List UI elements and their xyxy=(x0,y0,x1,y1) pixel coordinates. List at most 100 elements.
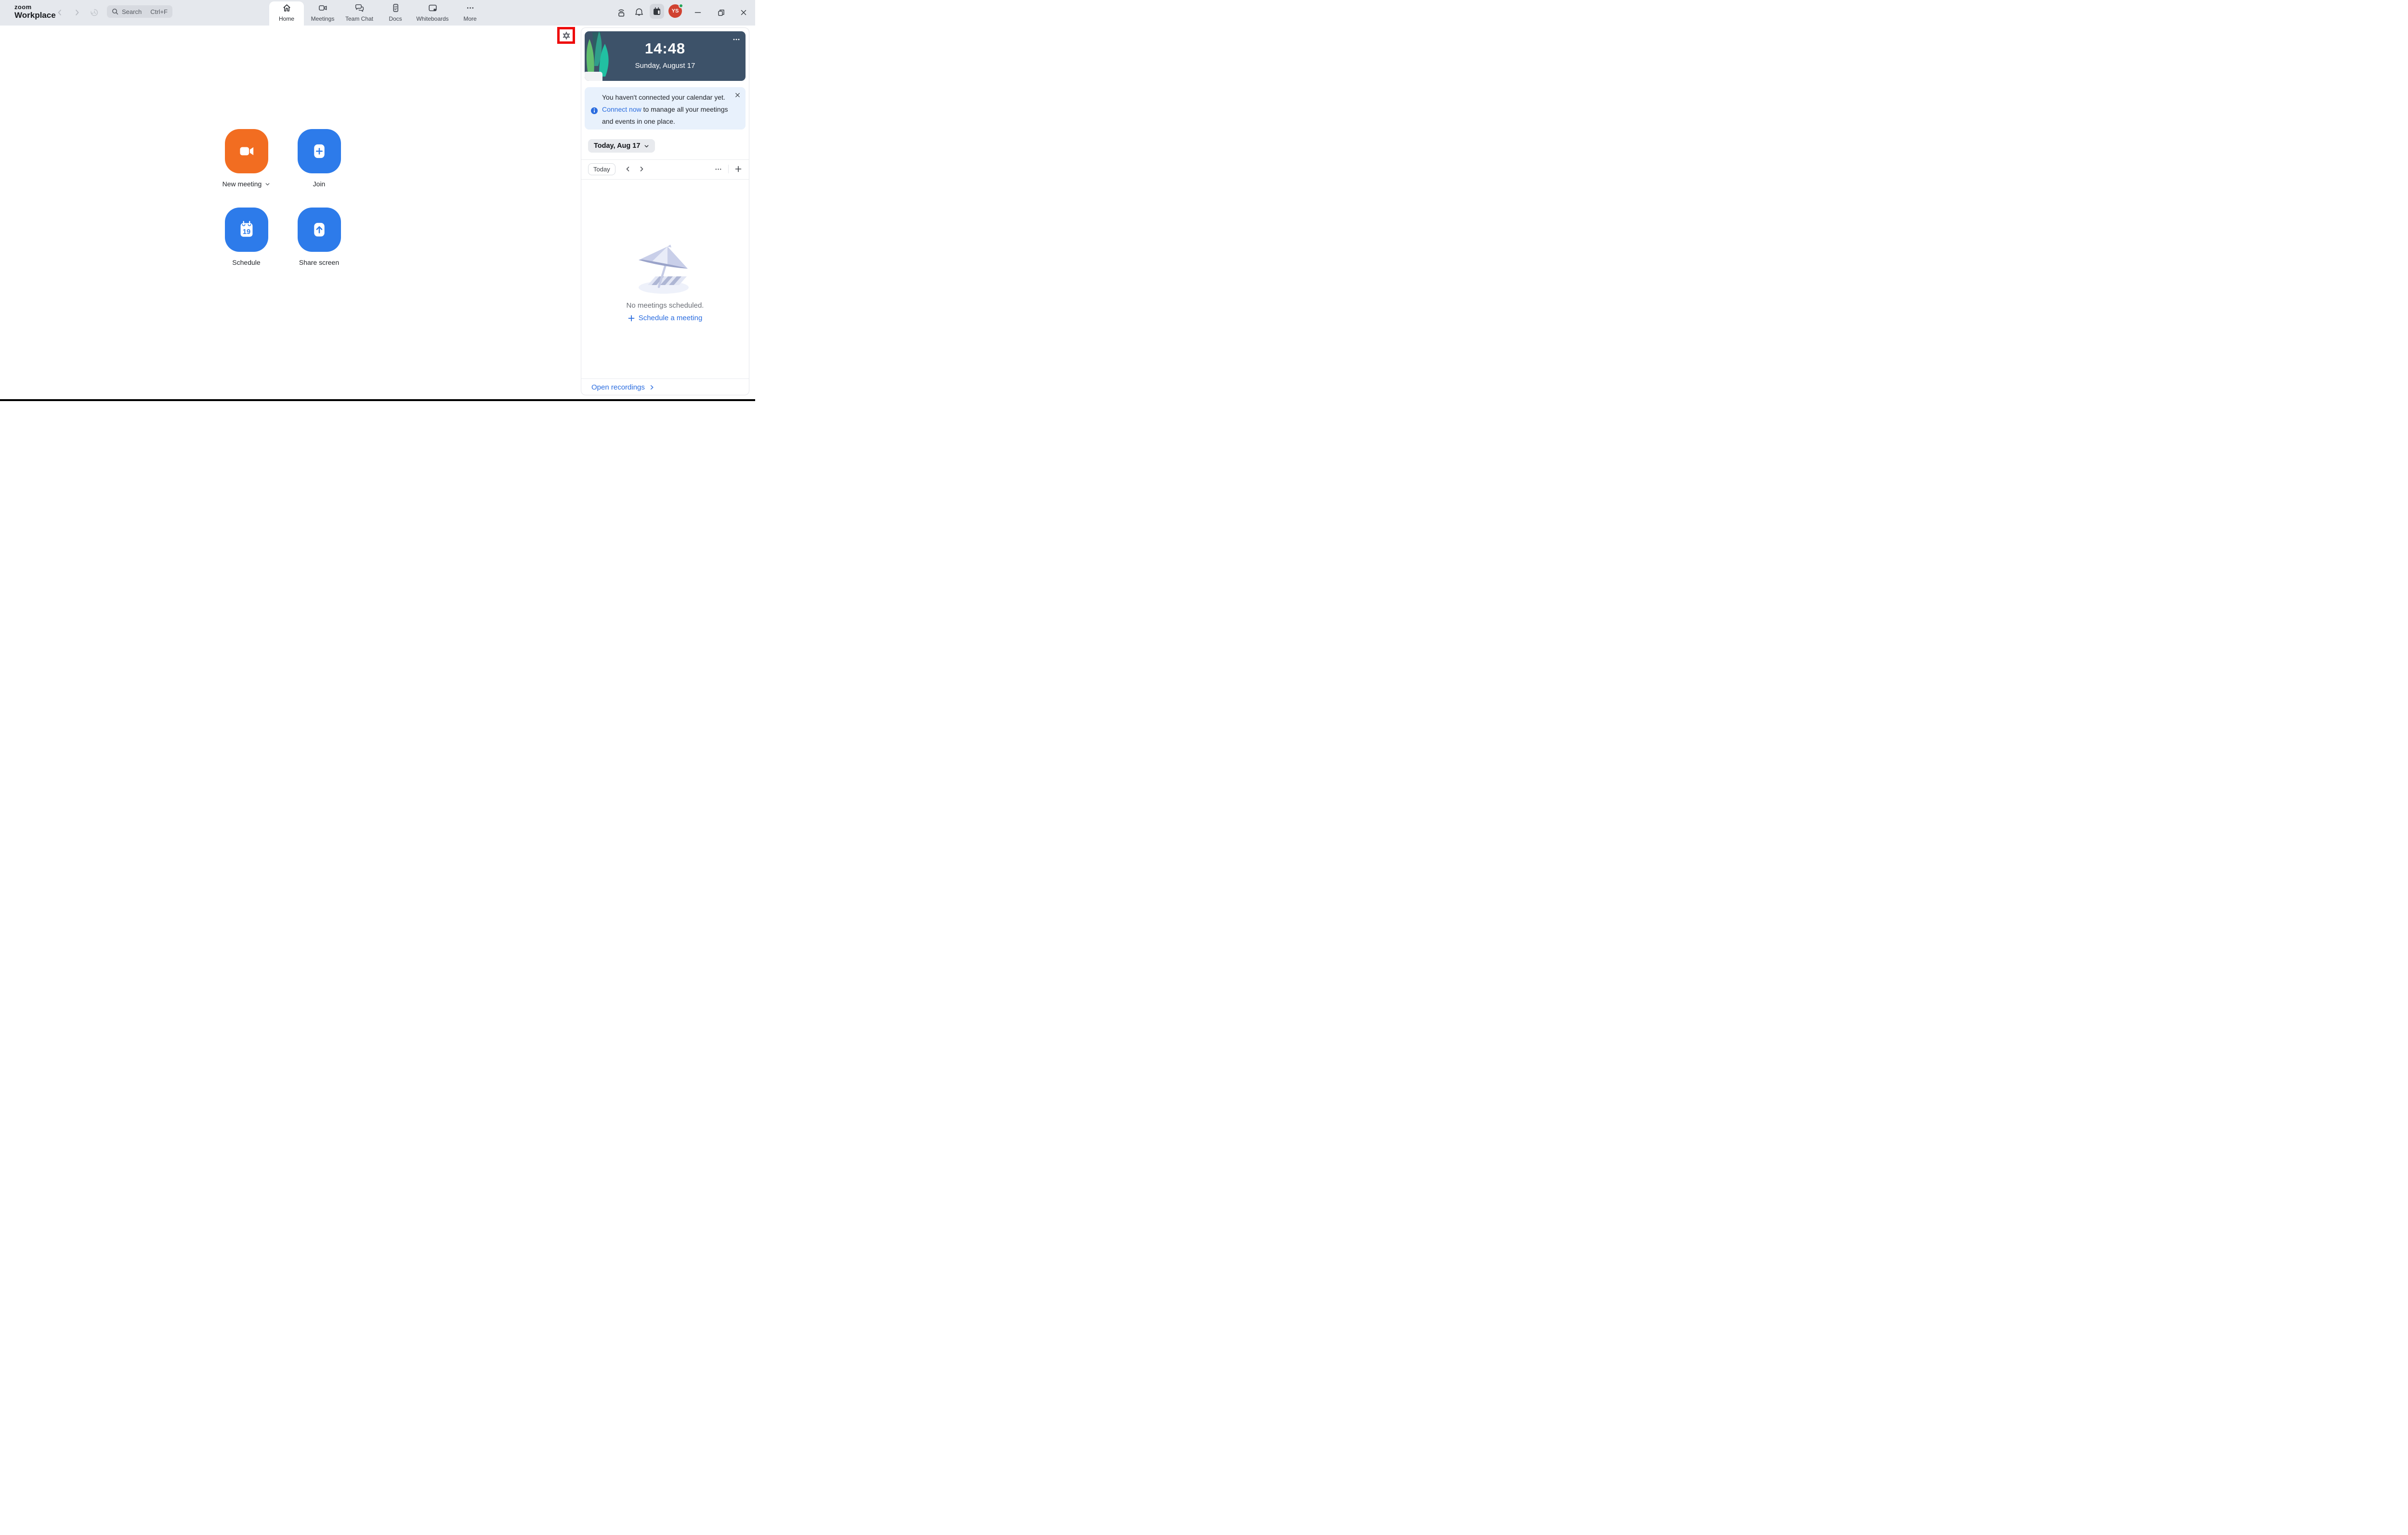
join-label: Join xyxy=(313,180,326,188)
join-button[interactable] xyxy=(297,129,341,173)
tab-whiteboards[interactable]: Whiteboards xyxy=(414,1,451,26)
calendar-connect-notice: You haven't connected your calendar yet.… xyxy=(585,87,746,130)
quick-action-join: Join xyxy=(283,129,355,188)
minimize-icon xyxy=(694,8,702,17)
calendar-icon: 19 xyxy=(234,217,259,242)
tab-home[interactable]: Home xyxy=(269,1,304,26)
quick-action-share-screen: Share screen xyxy=(283,208,355,266)
tab-label: Meetings xyxy=(311,15,335,22)
svg-text:19: 19 xyxy=(242,228,250,236)
plus-icon xyxy=(734,165,742,173)
chevron-right-icon xyxy=(649,385,654,390)
close-icon xyxy=(740,9,747,16)
settings-button[interactable] xyxy=(562,31,571,40)
add-meeting-button[interactable] xyxy=(734,165,742,173)
annotation-highlight xyxy=(557,27,575,44)
date-selector-dropdown[interactable]: Today, Aug 17 xyxy=(588,139,655,153)
tab-docs[interactable]: Docs xyxy=(382,1,408,26)
today-button[interactable]: Today xyxy=(588,163,615,175)
tab-more[interactable]: More xyxy=(458,1,483,26)
ellipsis-icon xyxy=(465,3,475,15)
divider xyxy=(581,159,749,160)
companion-device-button[interactable] xyxy=(615,6,628,19)
no-meetings-message: No meetings scheduled. xyxy=(626,301,704,310)
document-icon xyxy=(391,3,401,15)
clock-date: Sunday, August 17 xyxy=(635,62,695,70)
zoom-workplace-logo: zoom Workplace xyxy=(14,4,56,19)
search-placeholder: Search xyxy=(122,8,142,15)
tab-label: Team Chat xyxy=(345,15,374,22)
mini-calendar-toolbar: Today xyxy=(588,162,742,176)
notice-close-button[interactable] xyxy=(734,92,741,98)
tab-meetings[interactable]: Meetings xyxy=(308,1,337,26)
share-screen-label: Share screen xyxy=(299,259,340,266)
presence-dot xyxy=(679,3,683,8)
new-meeting-button[interactable] xyxy=(224,129,268,173)
schedule-button[interactable]: 19 xyxy=(224,208,268,252)
empty-schedule-state: No meetings scheduled. Schedule a meetin… xyxy=(581,241,749,322)
notice-line-1: You haven't connected your calendar yet. xyxy=(602,93,725,101)
plus-icon xyxy=(307,139,332,164)
home-icon xyxy=(282,3,292,15)
quick-action-schedule: 19 Schedule xyxy=(210,208,283,266)
date-selector-label: Today, Aug 17 xyxy=(594,142,641,150)
beach-umbrella-illustration xyxy=(629,241,701,295)
avatar-initials: YS xyxy=(671,8,679,14)
chat-bubbles-icon xyxy=(354,3,365,15)
share-screen-button[interactable] xyxy=(297,208,341,252)
chevron-left-icon xyxy=(625,166,631,172)
new-meeting-label: New meeting xyxy=(222,180,262,188)
tab-label: Docs xyxy=(389,15,402,22)
info-icon xyxy=(590,107,598,115)
schedule-a-meeting-label: Schedule a meeting xyxy=(638,314,703,322)
next-day-button[interactable] xyxy=(639,166,644,172)
calendar-more-button[interactable] xyxy=(714,165,722,173)
divider xyxy=(581,179,749,180)
new-meeting-dropdown[interactable] xyxy=(265,182,270,187)
forward-button[interactable] xyxy=(71,7,83,18)
chevron-down-icon xyxy=(644,143,649,149)
gear-icon xyxy=(562,31,571,40)
chevron-down-icon xyxy=(265,182,270,187)
calendar-icon xyxy=(652,7,662,16)
notifications-button[interactable] xyxy=(633,6,645,19)
ellipsis-icon xyxy=(714,165,722,173)
close-button[interactable] xyxy=(737,6,750,19)
schedule-a-meeting-link[interactable]: Schedule a meeting xyxy=(628,314,703,322)
search-icon xyxy=(112,8,118,15)
chevron-right-icon xyxy=(73,9,81,16)
arrow-up-icon xyxy=(307,217,332,242)
video-camera-icon xyxy=(318,3,328,15)
search-input[interactable]: Search Ctrl+F xyxy=(107,5,172,18)
whiteboard-icon xyxy=(428,3,438,15)
history-button[interactable] xyxy=(89,7,100,18)
bell-icon xyxy=(634,7,644,18)
clock-time: 14:48 xyxy=(644,40,686,57)
quick-action-new-meeting: New meeting xyxy=(210,129,283,188)
restore-icon xyxy=(717,8,725,17)
tab-label: More xyxy=(463,15,477,22)
connect-now-link[interactable]: Connect now xyxy=(602,105,641,113)
companion-device-icon xyxy=(616,7,627,18)
logo-line-workplace: Workplace xyxy=(14,11,56,20)
calendar-panel-toggle[interactable] xyxy=(650,4,664,19)
schedule-label: Schedule xyxy=(232,259,261,266)
divider xyxy=(728,165,729,173)
plus-icon xyxy=(628,315,635,322)
chevron-right-icon xyxy=(639,166,644,172)
open-recordings-link[interactable]: Open recordings xyxy=(591,383,654,391)
history-icon xyxy=(90,8,99,17)
minimize-button[interactable] xyxy=(692,6,704,19)
close-icon xyxy=(734,92,741,98)
tab-label: Whiteboards xyxy=(416,15,449,22)
quick-actions-grid: New meeting Join 19 Schedule Share scree… xyxy=(210,129,355,266)
title-bar: zoom Workplace Search Ctrl+F Home Meetin… xyxy=(0,0,755,26)
back-button[interactable] xyxy=(54,7,65,18)
restore-button[interactable] xyxy=(715,6,727,19)
calendar-panel: 14:48 Sunday, August 17 You haven't conn… xyxy=(581,27,749,395)
prev-day-button[interactable] xyxy=(625,166,631,172)
avatar[interactable]: YS xyxy=(668,3,683,18)
tab-team-chat[interactable]: Team Chat xyxy=(342,1,377,26)
search-shortcut: Ctrl+F xyxy=(150,8,168,15)
notice-text: You haven't connected your calendar yet.… xyxy=(602,91,732,128)
